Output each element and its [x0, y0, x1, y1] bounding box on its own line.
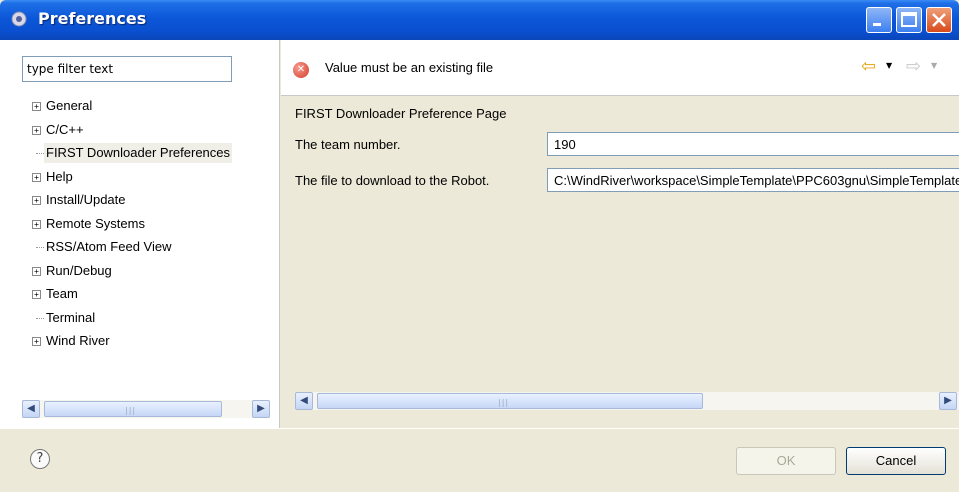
- maximize-icon: [901, 12, 917, 27]
- scroll-thumb[interactable]: |||: [317, 393, 703, 409]
- tree-item-label: Help: [46, 168, 73, 184]
- preferences-window: Preferences + General + C/C++ FIRST Down…: [0, 0, 959, 492]
- tree-item-label: FIRST Downloader Preferences: [44, 143, 233, 163]
- tree-item-label: Run/Debug: [46, 262, 112, 278]
- expand-icon[interactable]: +: [32, 102, 41, 111]
- ok-button[interactable]: OK: [736, 447, 836, 475]
- tree-horizontal-scrollbar[interactable]: ◀ ||| ▶: [22, 400, 270, 418]
- tree-item-label: C/C++: [46, 121, 84, 137]
- title-bar[interactable]: Preferences: [0, 0, 959, 40]
- download-file-input[interactable]: C:\WindRiver\workspace\SimpleTemplate\PP…: [547, 168, 959, 192]
- expand-icon[interactable]: +: [32, 125, 41, 135]
- scroll-thumb[interactable]: |||: [44, 401, 222, 417]
- team-number-input[interactable]: 190: [547, 132, 959, 156]
- preferences-tree-pane: + General + C/C++ FIRST Downloader Prefe…: [0, 40, 280, 428]
- scroll-left-button[interactable]: ◀: [295, 392, 313, 410]
- filter-input[interactable]: [22, 56, 232, 82]
- scroll-right-button[interactable]: ▶: [252, 400, 270, 418]
- dialog-button-bar: ? OK Cancel: [0, 428, 959, 492]
- maximize-button[interactable]: [896, 7, 922, 33]
- page-horizontal-scrollbar[interactable]: ◀ ||| ▶: [295, 392, 959, 410]
- message-bar: ✕ Value must be an existing file ⇦ ▼ ⇨ ▼: [281, 40, 959, 96]
- scroll-left-button[interactable]: ◀: [22, 400, 40, 418]
- expand-icon[interactable]: +: [32, 266, 41, 276]
- window-title: Preferences: [38, 9, 147, 28]
- scroll-right-button[interactable]: ▶: [939, 392, 957, 410]
- tree-item-label: Remote Systems: [46, 215, 145, 231]
- preference-page-pane: ✕ Value must be an existing file ⇦ ▼ ⇨ ▼…: [281, 40, 959, 428]
- tree-connector: [36, 317, 44, 319]
- tree-item-label: General: [46, 98, 93, 113]
- help-icon[interactable]: ?: [30, 449, 50, 469]
- forward-arrow-icon[interactable]: ⇨: [906, 56, 921, 77]
- tree-connector: [36, 247, 44, 248]
- expand-icon[interactable]: +: [32, 196, 41, 205]
- expand-icon[interactable]: +: [32, 337, 41, 346]
- cancel-button[interactable]: Cancel: [846, 447, 946, 475]
- tree-item-label: RSS/Atom Feed View: [46, 239, 172, 254]
- forward-dropdown-icon[interactable]: ▼: [931, 61, 937, 70]
- back-arrow-icon[interactable]: ⇦: [861, 56, 876, 77]
- tree-item-label: Wind River: [46, 333, 110, 348]
- close-icon: [932, 13, 946, 27]
- expand-icon[interactable]: +: [32, 290, 41, 299]
- error-message: Value must be an existing file: [325, 60, 494, 75]
- team-number-label: The team number.: [295, 137, 401, 152]
- minimize-icon: [873, 23, 881, 26]
- download-file-label: The file to download to the Robot.: [295, 173, 490, 188]
- tree-item-label: Team: [46, 286, 78, 301]
- expand-icon[interactable]: +: [32, 172, 41, 182]
- error-icon: ✕: [293, 62, 309, 78]
- tree-connector: [36, 153, 44, 154]
- preferences-app-icon: [11, 11, 27, 27]
- tree-item-label: Install/Update: [46, 192, 126, 207]
- expand-icon[interactable]: +: [32, 219, 41, 229]
- grip-icon: |||: [498, 398, 510, 407]
- tree-item-label: Terminal: [46, 309, 96, 325]
- page-title: FIRST Downloader Preference Page: [295, 106, 507, 121]
- back-dropdown-icon[interactable]: ▼: [886, 61, 892, 70]
- minimize-button[interactable]: [866, 7, 892, 33]
- close-button[interactable]: [926, 7, 952, 33]
- grip-icon: |||: [125, 406, 137, 415]
